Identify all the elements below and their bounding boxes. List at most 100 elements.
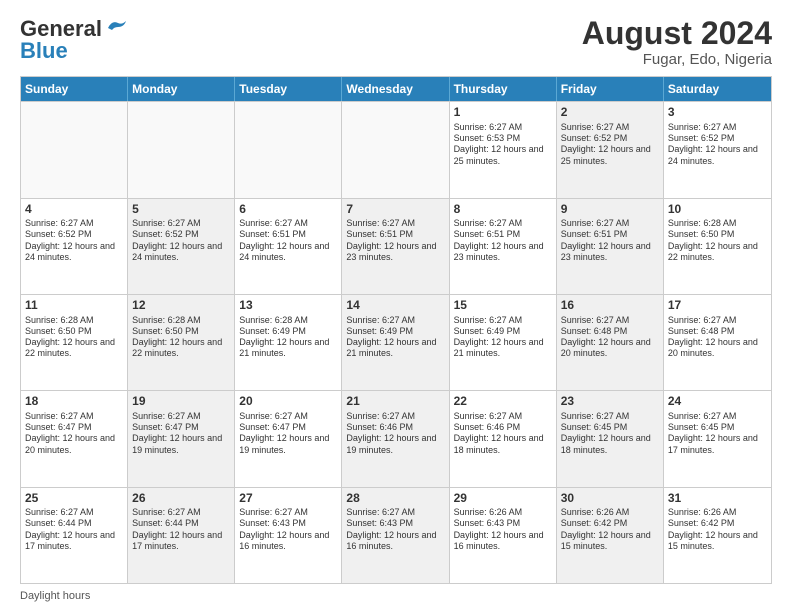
day-number: 12	[132, 298, 230, 314]
day-info: Sunset: 6:48 PM	[668, 326, 767, 337]
day-info: Sunrise: 6:27 AM	[668, 122, 767, 133]
day-info: Daylight: 12 hours and 19 minutes.	[346, 433, 444, 456]
day-info: Daylight: 12 hours and 21 minutes.	[239, 337, 337, 360]
day-number: 3	[668, 105, 767, 121]
day-info: Sunrise: 6:27 AM	[346, 218, 444, 229]
day-info: Daylight: 12 hours and 16 minutes.	[346, 530, 444, 553]
calendar-cell: 24Sunrise: 6:27 AMSunset: 6:45 PMDayligh…	[664, 391, 771, 486]
day-info: Sunrise: 6:27 AM	[25, 218, 123, 229]
day-number: 17	[668, 298, 767, 314]
day-info: Daylight: 12 hours and 23 minutes.	[346, 241, 444, 264]
title-area: August 2024 Fugar, Edo, Nigeria	[582, 16, 772, 68]
calendar-header: SundayMondayTuesdayWednesdayThursdayFrid…	[21, 77, 771, 101]
calendar-cell: 31Sunrise: 6:26 AMSunset: 6:42 PMDayligh…	[664, 488, 771, 583]
day-info: Sunset: 6:43 PM	[454, 518, 552, 529]
calendar-cell: 28Sunrise: 6:27 AMSunset: 6:43 PMDayligh…	[342, 488, 449, 583]
day-info: Sunset: 6:49 PM	[239, 326, 337, 337]
day-info: Sunset: 6:51 PM	[561, 229, 659, 240]
logo: General Blue	[20, 16, 128, 64]
day-info: Daylight: 12 hours and 18 minutes.	[561, 433, 659, 456]
weekday-header: Thursday	[450, 77, 557, 101]
day-info: Daylight: 12 hours and 19 minutes.	[239, 433, 337, 456]
calendar-cell: 17Sunrise: 6:27 AMSunset: 6:48 PMDayligh…	[664, 295, 771, 390]
day-number: 5	[132, 202, 230, 218]
calendar-week: 1 Sunrise: 6:27 AM Sunset: 6:53 PM Daylight…	[21, 101, 771, 197]
calendar-cell: 7Sunrise: 6:27 AMSunset: 6:51 PMDaylight…	[342, 199, 449, 294]
day-number: 9	[561, 202, 659, 218]
day-info: Sunset: 6:52 PM	[25, 229, 123, 240]
day-info: Sunrise: 6:27 AM	[561, 315, 659, 326]
day-number: 26	[132, 491, 230, 507]
day-info: Daylight: 12 hours and 21 minutes.	[346, 337, 444, 360]
day-info: Sunset: 6:43 PM	[239, 518, 337, 529]
calendar-cell: 15Sunrise: 6:27 AMSunset: 6:49 PMDayligh…	[450, 295, 557, 390]
calendar-cell: 18Sunrise: 6:27 AMSunset: 6:47 PMDayligh…	[21, 391, 128, 486]
day-info: Sunrise: 6:27 AM	[668, 315, 767, 326]
day-info: Daylight: 12 hours and 25 minutes.	[561, 144, 659, 167]
calendar-cell: 1Sunrise: 6:27 AMSunset: 6:53 PMDaylight…	[450, 102, 557, 197]
day-info: Sunset: 6:49 PM	[346, 326, 444, 337]
day-number: 20	[239, 394, 337, 410]
calendar-cell	[21, 102, 128, 197]
calendar-cell: 14Sunrise: 6:27 AMSunset: 6:49 PMDayligh…	[342, 295, 449, 390]
day-info: Sunrise: 6:28 AM	[239, 315, 337, 326]
day-info: Sunrise: 6:27 AM	[25, 411, 123, 422]
day-info: Sunset: 6:52 PM	[561, 133, 659, 144]
calendar-week: 11Sunrise: 6:28 AMSunset: 6:50 PMDayligh…	[21, 294, 771, 390]
calendar-cell: 30Sunrise: 6:26 AMSunset: 6:42 PMDayligh…	[557, 488, 664, 583]
location: Fugar, Edo, Nigeria	[582, 51, 772, 68]
day-info: Sunrise: 6:26 AM	[668, 507, 767, 518]
day-number: 10	[668, 202, 767, 218]
day-info: Sunset: 6:52 PM	[132, 229, 230, 240]
day-info: Daylight: 12 hours and 24 minutes.	[239, 241, 337, 264]
page: General Blue August 2024 Fugar, Edo, Nig…	[0, 0, 792, 612]
day-info: Daylight: 12 hours and 15 minutes.	[561, 530, 659, 553]
month-year: August 2024	[582, 16, 772, 51]
calendar-cell: 16Sunrise: 6:27 AMSunset: 6:48 PMDayligh…	[557, 295, 664, 390]
day-info: Daylight: 12 hours and 16 minutes.	[454, 530, 552, 553]
day-info: Sunrise: 6:27 AM	[454, 315, 552, 326]
calendar-cell: 23Sunrise: 6:27 AMSunset: 6:45 PMDayligh…	[557, 391, 664, 486]
day-number: 15	[454, 298, 552, 314]
day-info: Sunset: 6:53 PM	[454, 133, 552, 144]
day-number: 19	[132, 394, 230, 410]
day-info: Sunset: 6:51 PM	[454, 229, 552, 240]
calendar-cell: 21Sunrise: 6:27 AMSunset: 6:46 PMDayligh…	[342, 391, 449, 486]
day-info: Daylight: 12 hours and 17 minutes.	[25, 530, 123, 553]
day-info: Sunset: 6:42 PM	[561, 518, 659, 529]
day-info: Daylight: 12 hours and 24 minutes.	[25, 241, 123, 264]
day-info: Daylight: 12 hours and 18 minutes.	[454, 433, 552, 456]
day-info: Sunset: 6:50 PM	[25, 326, 123, 337]
day-number: 29	[454, 491, 552, 507]
day-info: Daylight: 12 hours and 17 minutes.	[668, 433, 767, 456]
day-info: Daylight: 12 hours and 21 minutes.	[454, 337, 552, 360]
day-number: 22	[454, 394, 552, 410]
calendar-cell: 19Sunrise: 6:27 AMSunset: 6:47 PMDayligh…	[128, 391, 235, 486]
day-info: Sunset: 6:44 PM	[132, 518, 230, 529]
day-info: Daylight: 12 hours and 24 minutes.	[132, 241, 230, 264]
logo-blue: Blue	[20, 38, 68, 64]
day-info: Sunset: 6:44 PM	[25, 518, 123, 529]
day-number: 14	[346, 298, 444, 314]
calendar-cell: 2Sunrise: 6:27 AMSunset: 6:52 PMDaylight…	[557, 102, 664, 197]
day-number: 1	[454, 105, 552, 121]
day-number: 7	[346, 202, 444, 218]
calendar-cell: 9Sunrise: 6:27 AMSunset: 6:51 PMDaylight…	[557, 199, 664, 294]
weekday-header: Friday	[557, 77, 664, 101]
day-info: Sunset: 6:45 PM	[668, 422, 767, 433]
calendar-week: 4Sunrise: 6:27 AMSunset: 6:52 PMDaylight…	[21, 198, 771, 294]
day-info: Sunset: 6:47 PM	[132, 422, 230, 433]
calendar-cell: 25Sunrise: 6:27 AMSunset: 6:44 PMDayligh…	[21, 488, 128, 583]
day-info: Sunrise: 6:27 AM	[561, 122, 659, 133]
day-number: 25	[25, 491, 123, 507]
calendar-cell	[128, 102, 235, 197]
weekday-header: Tuesday	[235, 77, 342, 101]
day-number: 28	[346, 491, 444, 507]
day-info: Daylight: 12 hours and 22 minutes.	[25, 337, 123, 360]
day-info: Sunset: 6:50 PM	[132, 326, 230, 337]
day-info: Sunrise: 6:27 AM	[561, 218, 659, 229]
calendar-cell: 8Sunrise: 6:27 AMSunset: 6:51 PMDaylight…	[450, 199, 557, 294]
calendar-body: 1 Sunrise: 6:27 AM Sunset: 6:53 PM Daylight…	[21, 101, 771, 583]
weekday-header: Saturday	[664, 77, 771, 101]
calendar: SundayMondayTuesdayWednesdayThursdayFrid…	[20, 76, 772, 584]
